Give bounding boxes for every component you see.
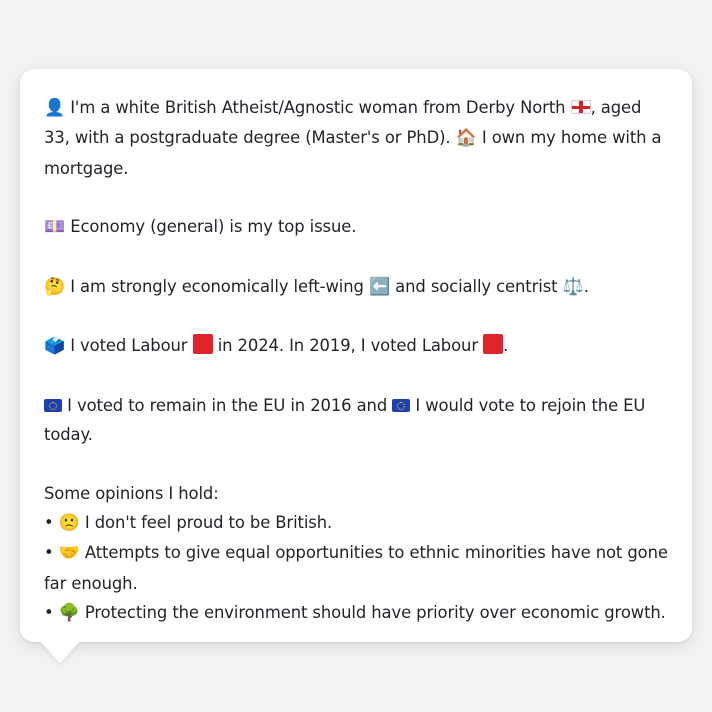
eu-text-a: I voted to remain in the EU in 2016 and [67, 395, 388, 415]
opinion-item: • 🌳 Protecting the environment should ha… [44, 598, 668, 628]
thinking-face-icon: 🤔 [44, 276, 66, 297]
eu-flag-icon [44, 398, 62, 412]
opinion-text: I don't feel proud to be British. [84, 513, 333, 533]
speech-bubble-tail [40, 641, 80, 663]
ideology-text-a: I am strongly economically left-wing [70, 276, 364, 296]
voting-text-b: in 2024. In 2019, I voted Labour [217, 336, 478, 356]
ideology-text-b: and socially centrist [395, 276, 558, 296]
top-issue-paragraph: 💷 Economy (general) is my top issue. [44, 212, 668, 242]
opinions-heading: Some opinions I hold: [44, 483, 219, 503]
tree-icon: 🌳 [58, 603, 80, 624]
money-icon: 💷 [44, 217, 66, 238]
bullet: • [44, 513, 54, 533]
profile-text: 👤 I'm a white British Atheist/Agnostic w… [44, 93, 668, 628]
voting-text-c: . [503, 336, 509, 356]
top-issue-text: Economy (general) is my top issue. [70, 217, 357, 237]
demographics-text-a: I'm a white British Atheist/Agnostic wom… [70, 98, 566, 117]
labour-red-square-icon [192, 334, 213, 355]
opinion-item: • 🤝 Attempts to give equal opportunities… [44, 538, 668, 598]
bullet: • [44, 603, 54, 623]
england-flag-icon [570, 100, 591, 114]
eu-flag-icon [392, 398, 411, 412]
bullet: • [44, 543, 54, 563]
voting-paragraph: 🗳️ I voted Labour in 2024. In 2019, I vo… [44, 331, 668, 361]
labour-red-square-icon [483, 334, 504, 355]
frowning-face-icon: 🙁 [58, 513, 80, 534]
profile-speech-bubble: 👤 I'm a white British Atheist/Agnostic w… [20, 69, 692, 642]
person-icon: 👤 [44, 98, 66, 118]
opinion-item: • 🙁 I don't feel proud to be British. [44, 508, 668, 538]
scales-icon: ⚖️ [562, 276, 584, 297]
opinion-text: Protecting the environment should have p… [84, 603, 666, 623]
demographics-paragraph: 👤 I'm a white British Atheist/Agnostic w… [44, 93, 668, 183]
ballot-box-icon: 🗳️ [44, 336, 66, 357]
left-arrow-icon: ⬅️ [368, 276, 391, 297]
ideology-paragraph: 🤔 I am strongly economically left-wing ⬅… [44, 272, 668, 302]
ideology-text-c: . [583, 276, 589, 296]
opinion-text: Attempts to give equal opportunities to … [44, 543, 668, 593]
canvas: 👤 I'm a white British Atheist/Agnostic w… [0, 0, 712, 712]
voting-text-a: I voted Labour [70, 336, 188, 356]
eu-paragraph: I voted to remain in the EU in 2016 and … [44, 391, 668, 450]
handshake-icon: 🤝 [58, 543, 80, 564]
house-icon: 🏠 [455, 128, 477, 149]
